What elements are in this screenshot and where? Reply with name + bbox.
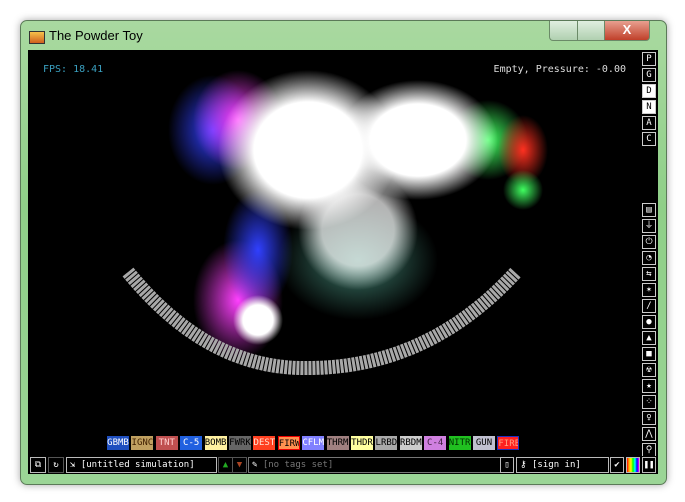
gases-icon: ∕ xyxy=(646,301,652,311)
downvote-icon: ▼ xyxy=(236,460,243,470)
render-mode-g-button[interactable]: G xyxy=(642,68,656,82)
vote-up-button[interactable]: ▲ xyxy=(218,457,233,473)
tools-icon: ♀ xyxy=(646,413,652,423)
render-mode-a-button[interactable]: A xyxy=(642,116,656,130)
menu-section-button[interactable]: ∕ xyxy=(642,299,656,313)
liquids-icon: ● xyxy=(646,317,652,327)
app-icon xyxy=(29,31,45,44)
menu-section-button[interactable]: ■ xyxy=(642,347,656,361)
favorites-icon: ⋀ xyxy=(645,429,653,439)
simulation-render xyxy=(122,70,548,376)
menu-section-button[interactable]: ★ xyxy=(642,379,656,393)
sidebar: P G D N A C ▤ ⏚ ⏻ ◔ ⇆ ✶ ∕ ● ▲ ■ ☢ ★ ⁘ ♀ ⋀ ⚲ xyxy=(640,50,658,457)
element-button-firw[interactable]: FIRW xyxy=(277,436,300,450)
render-mode-d-button[interactable]: D xyxy=(642,84,656,98)
settings-button[interactable]: ✔ xyxy=(610,457,624,473)
reload-button[interactable]: ↻ xyxy=(48,457,64,473)
menu-section-button[interactable]: ⏻ xyxy=(642,235,656,249)
simulation-canvas[interactable]: FPS: 18.41 Empty, Pressure: -0.00 xyxy=(28,50,640,456)
element-button-c-4[interactable]: C-4 xyxy=(424,436,447,450)
vote-down-button[interactable]: ▼ xyxy=(232,457,247,473)
element-button-thdr[interactable]: THDR xyxy=(351,436,373,450)
save-title: [untitled simulation] xyxy=(80,460,195,470)
tags-label: [no tags set] xyxy=(262,460,334,470)
element-button-dest[interactable]: DEST xyxy=(253,436,276,450)
render-mode-c-button[interactable]: C xyxy=(642,132,656,146)
element-button-ignc[interactable]: IGNC xyxy=(131,436,154,450)
tags-button[interactable]: ✎ [no tags set] xyxy=(248,457,501,473)
element-button-lrbd[interactable]: LRBD xyxy=(375,436,398,450)
powered-icon: ⏻ xyxy=(645,237,653,247)
reload-icon: ↻ xyxy=(53,460,59,470)
walls-icon: ▤ xyxy=(646,205,652,215)
render-options-button[interactable] xyxy=(626,457,640,473)
life-icon: ⁘ xyxy=(645,397,653,407)
save-simulation-button[interactable]: ⇲ [untitled simulation] xyxy=(66,457,217,473)
powders-icon: ▲ xyxy=(646,333,652,343)
element-button-thrm[interactable]: THRM xyxy=(326,436,349,450)
menu-section-button[interactable]: ⋀ xyxy=(642,427,656,441)
menu-section-button[interactable]: ⇆ xyxy=(642,267,656,281)
open-save-button[interactable]: ⧉ xyxy=(30,457,46,473)
pause-icon: ❚❚ xyxy=(643,460,655,470)
special-icon: ★ xyxy=(646,381,652,391)
minimize-button[interactable] xyxy=(549,21,578,41)
element-button-bomb[interactable]: BOMB xyxy=(204,436,227,450)
menu-section-button[interactable]: ☢ xyxy=(642,363,656,377)
sign-in-label: [sign in] xyxy=(532,460,581,470)
menu-section-button[interactable]: ✶ xyxy=(642,283,656,297)
pressure-readout: Empty, Pressure: -0.00 xyxy=(493,64,626,75)
solids-icon: ■ xyxy=(646,349,652,359)
menu-section-button[interactable]: ▲ xyxy=(642,331,656,345)
sign-in-button[interactable]: ⚷ [sign in] xyxy=(516,457,609,473)
element-button-tnt[interactable]: TNT xyxy=(155,436,178,450)
maximize-button[interactable] xyxy=(577,21,605,41)
new-simulation-button[interactable]: ▯ xyxy=(500,457,514,473)
upvote-icon: ▲ xyxy=(222,460,229,470)
menu-section-button[interactable]: ⏚ xyxy=(642,219,656,233)
element-button-gun[interactable]: GUN xyxy=(473,436,495,450)
menu-section-button[interactable]: ⁘ xyxy=(642,395,656,409)
check-icon: ✔ xyxy=(614,460,620,470)
electronics-icon: ⏚ xyxy=(644,221,654,231)
menu-section-button[interactable]: ◔ xyxy=(642,251,656,265)
element-button-cflm[interactable]: CFLM xyxy=(302,436,325,450)
render-mode-n-button[interactable]: N xyxy=(642,100,656,114)
menu-section-button[interactable]: ♀ xyxy=(642,411,656,425)
save-icon: ⇲ xyxy=(70,460,81,470)
force-icon: ⇆ xyxy=(646,269,652,279)
menu-section-button[interactable]: ▤ xyxy=(642,203,656,217)
menu-section-button[interactable]: ⚲ xyxy=(642,443,656,457)
fps-counter: FPS: 18.41 xyxy=(43,64,104,75)
element-button-c-5[interactable]: C-5 xyxy=(180,436,203,450)
search-icon: ⚲ xyxy=(645,445,653,455)
tag-icon: ✎ xyxy=(252,460,263,470)
close-button[interactable]: X xyxy=(604,21,650,41)
bottom-bar: ⧉ ↻ ⇲ [untitled simulation] ▲ ▼ ✎ [no ta… xyxy=(28,456,658,474)
menu-section-button[interactable]: ● xyxy=(642,315,656,329)
radioactive-icon: ☢ xyxy=(646,365,652,375)
key-icon: ⚷ xyxy=(520,460,533,470)
element-button-rbdm[interactable]: RBDM xyxy=(399,436,422,450)
element-button-fire[interactable]: FIRE xyxy=(497,436,520,450)
window-title: The Powder Toy xyxy=(49,28,143,43)
sensors-icon: ◔ xyxy=(646,253,652,263)
new-file-icon: ▯ xyxy=(504,460,510,470)
pause-button[interactable]: ❚❚ xyxy=(642,457,656,473)
element-button-fwrk[interactable]: FWRK xyxy=(229,436,251,450)
element-button-nitr[interactable]: NITR xyxy=(448,436,471,450)
element-button-gbmb[interactable]: GBMB xyxy=(107,436,129,450)
explosives-icon: ✶ xyxy=(646,285,652,295)
open-icon: ⧉ xyxy=(34,460,42,470)
render-mode-p-button[interactable]: P xyxy=(642,52,656,66)
